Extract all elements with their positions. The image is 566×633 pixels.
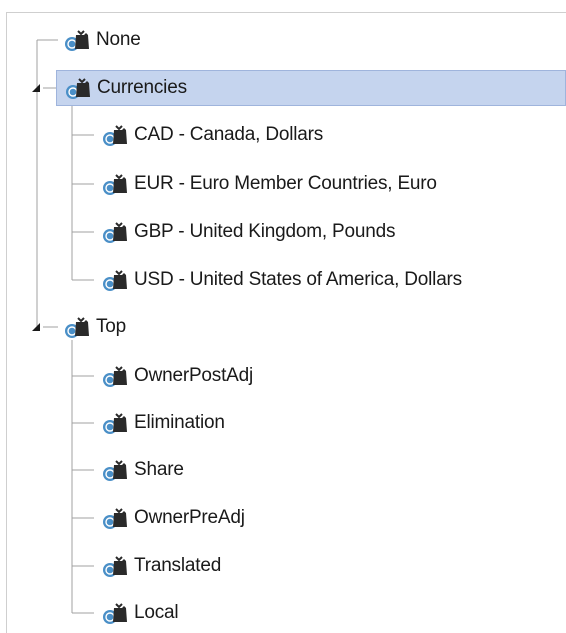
tree-node-ownerpostadj[interactable]: OwnerPostAdj <box>94 358 566 394</box>
tree-node-label: GBP - United Kingdom, Pounds <box>134 221 396 242</box>
tree-node-currencies[interactable]: Currencies <box>56 70 566 106</box>
tree-node-label: Currencies <box>97 77 187 98</box>
collapse-arrow-icon[interactable] <box>30 321 42 333</box>
tree-node-translated[interactable]: Translated <box>94 548 566 584</box>
tree-node-elimination[interactable]: Elimination <box>94 405 566 441</box>
money-bag-icon <box>103 508 127 529</box>
tree-node-label: Top <box>96 316 127 337</box>
tree-node-label: Elimination <box>134 412 225 433</box>
tree-node-currency-cad[interactable]: CAD - Canada, Dollars <box>94 117 566 153</box>
money-bag-icon <box>103 270 127 291</box>
tree-node-label: CAD - Canada, Dollars <box>134 124 324 145</box>
tree-node-label: Translated <box>134 555 222 576</box>
money-bag-icon <box>103 413 127 434</box>
tree-node-label: EUR - Euro Member Countries, Euro <box>134 173 437 194</box>
tree-node-local[interactable]: Local <box>94 595 566 631</box>
tree-node-label: USD - United States of America, Dollars <box>134 269 462 290</box>
money-bag-icon <box>103 366 127 387</box>
tree-node-label: Local <box>134 602 179 623</box>
collapse-arrow-icon[interactable] <box>30 82 42 94</box>
tree-node-label: None <box>96 29 141 50</box>
money-bag-icon <box>103 556 127 577</box>
tree-node-none[interactable]: None <box>56 22 566 58</box>
tree-node-ownerpreadj[interactable]: OwnerPreAdj <box>94 500 566 536</box>
tree-node-top[interactable]: Top <box>56 309 566 345</box>
money-bag-icon <box>103 174 127 195</box>
money-bag-icon <box>103 222 127 243</box>
tree-node-label: OwnerPreAdj <box>134 507 245 528</box>
tree-node-label: OwnerPostAdj <box>134 365 254 386</box>
money-bag-icon <box>66 78 90 99</box>
money-bag-icon <box>103 125 127 146</box>
tree-node-share[interactable]: Share <box>94 452 566 488</box>
money-bag-icon <box>103 603 127 624</box>
money-bag-icon <box>65 317 89 338</box>
money-bag-icon <box>65 30 89 51</box>
tree-node-label: Share <box>134 459 184 480</box>
tree-node-currency-usd[interactable]: USD - United States of America, Dollars <box>94 262 566 298</box>
tree-node-currency-gbp[interactable]: GBP - United Kingdom, Pounds <box>94 214 566 250</box>
tree-node-currency-eur[interactable]: EUR - Euro Member Countries, Euro <box>94 166 566 202</box>
money-bag-icon <box>103 460 127 481</box>
